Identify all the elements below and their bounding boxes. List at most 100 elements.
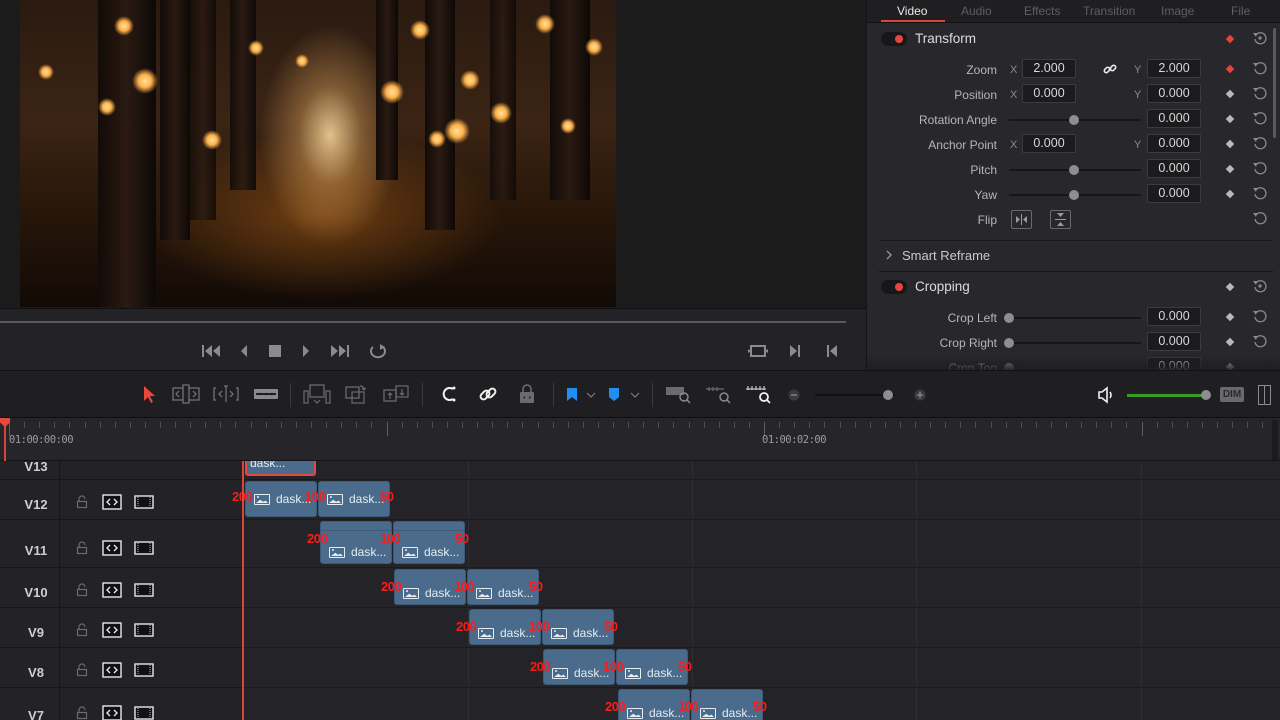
- audio-meter-toggle[interactable]: [1258, 385, 1271, 405]
- speaker-icon[interactable]: [1097, 386, 1117, 404]
- crop-left-slider-track[interactable]: [1009, 317, 1141, 319]
- flag-button[interactable]: [562, 383, 588, 405]
- position-lock-button[interactable]: [514, 383, 540, 405]
- keyframe-icon[interactable]: [1225, 139, 1235, 149]
- tab-transition[interactable]: Transition: [1083, 4, 1135, 18]
- auto-select-track-icon[interactable]: [102, 622, 122, 638]
- replace-clip-button[interactable]: [382, 383, 409, 405]
- snapping-button[interactable]: [436, 383, 462, 405]
- pitch-slider-knob[interactable]: [1069, 165, 1079, 175]
- keyframe-icon[interactable]: [1225, 114, 1235, 124]
- track-lane-v8[interactable]: [244, 648, 1280, 688]
- tab-image[interactable]: Image: [1161, 4, 1194, 18]
- timeline-ruler[interactable]: 01:00:00:00 01:00:02:00: [0, 417, 1280, 461]
- reset-icon[interactable]: [1253, 211, 1267, 225]
- linked-selection-button[interactable]: [475, 383, 501, 405]
- auto-select-track-icon[interactable]: [102, 705, 122, 720]
- timeline-zoom-slider-knob[interactable]: [883, 390, 893, 400]
- selection-mode-button[interactable]: [136, 383, 162, 405]
- lock-track-icon[interactable]: [75, 495, 89, 509]
- zoom-x-field[interactable]: 2.000: [1022, 59, 1076, 78]
- track-lane-v12[interactable]: [244, 480, 1280, 520]
- yaw-field[interactable]: 0.000: [1147, 184, 1201, 203]
- lock-track-icon[interactable]: [75, 706, 89, 720]
- playhead-line[interactable]: [242, 461, 244, 720]
- step-back-button[interactable]: [233, 340, 255, 362]
- lock-track-icon[interactable]: [75, 663, 89, 677]
- keyframe-icon[interactable]: [1225, 89, 1235, 99]
- reset-icon[interactable]: [1253, 334, 1267, 348]
- anchor-x-field[interactable]: 0.000: [1022, 134, 1076, 153]
- tab-effects[interactable]: Effects: [1024, 4, 1060, 18]
- reset-icon[interactable]: [1253, 136, 1267, 150]
- keyframe-icon[interactable]: [1225, 189, 1235, 199]
- prev-edit-button[interactable]: [821, 340, 843, 362]
- track-lane-v13[interactable]: [244, 461, 1280, 480]
- smart-reframe-header[interactable]: Smart Reframe: [867, 243, 1267, 269]
- crop-left-field[interactable]: 0.000: [1147, 307, 1201, 326]
- track-lane-v9[interactable]: [244, 608, 1280, 648]
- pitch-field[interactable]: 0.000: [1147, 159, 1201, 178]
- reset-icon[interactable]: [1253, 309, 1267, 323]
- reset-icon[interactable]: [1253, 86, 1267, 100]
- track-header-v7[interactable]: V7: [0, 688, 243, 720]
- reset-icon[interactable]: [1253, 186, 1267, 200]
- crop-left-slider-knob[interactable]: [1004, 313, 1014, 323]
- crop-right-slider-track[interactable]: [1009, 342, 1141, 344]
- volume-slider-knob[interactable]: [1201, 390, 1211, 400]
- timeline-clip-selected[interactable]: dask...: [245, 461, 316, 476]
- keyframe-icon[interactable]: [1225, 337, 1235, 347]
- crop-right-field[interactable]: 0.000: [1147, 332, 1201, 351]
- track-header-v13[interactable]: V13: [0, 461, 243, 480]
- position-y-field[interactable]: 0.000: [1147, 84, 1201, 103]
- yaw-slider-knob[interactable]: [1069, 190, 1079, 200]
- track-header-v11[interactable]: V11: [0, 520, 243, 568]
- scrubber-bar[interactable]: [0, 321, 846, 323]
- rotation-angle-field[interactable]: 0.000: [1147, 109, 1201, 128]
- dynamic-trim-mode-button[interactable]: [212, 383, 239, 405]
- lock-track-icon[interactable]: [75, 623, 89, 637]
- preview-image[interactable]: [20, 0, 616, 307]
- auto-select-track-icon[interactable]: [102, 494, 122, 510]
- skip-to-start-button[interactable]: [200, 340, 222, 362]
- dim-button[interactable]: DIM: [1220, 387, 1244, 402]
- reset-icon[interactable]: [1253, 111, 1267, 125]
- stop-button[interactable]: [264, 340, 286, 362]
- volume-slider-track[interactable]: [1127, 394, 1207, 397]
- skip-to-end-button[interactable]: [329, 340, 351, 362]
- tab-video[interactable]: Video: [897, 4, 927, 18]
- trim-edit-mode-button[interactable]: [172, 383, 200, 405]
- keyframe-icon[interactable]: [1225, 34, 1235, 44]
- zoom-y-field[interactable]: 2.000: [1147, 59, 1201, 78]
- track-header-v12[interactable]: V12: [0, 480, 243, 520]
- disable-video-track-icon[interactable]: [134, 494, 154, 510]
- detail-zoom-button[interactable]: [704, 383, 732, 405]
- anchor-y-field[interactable]: 0.000: [1147, 134, 1201, 153]
- cropping-enable-toggle[interactable]: [881, 280, 907, 294]
- disable-video-track-icon[interactable]: [134, 582, 154, 598]
- link-icon[interactable]: [1103, 62, 1117, 76]
- flip-horizontal-button[interactable]: [1011, 210, 1032, 229]
- crop-right-slider-knob[interactable]: [1004, 338, 1014, 348]
- play-button[interactable]: [295, 340, 317, 362]
- tab-audio[interactable]: Audio: [961, 4, 992, 18]
- keyframe-icon[interactable]: [1225, 64, 1235, 74]
- reset-icon[interactable]: [1253, 161, 1267, 175]
- tab-file[interactable]: File: [1231, 4, 1250, 18]
- disable-video-track-icon[interactable]: [134, 662, 154, 678]
- keyframe-icon[interactable]: [1225, 164, 1235, 174]
- keyframe-icon[interactable]: [1225, 282, 1235, 292]
- keyframe-icon[interactable]: [1225, 312, 1235, 322]
- marker-button[interactable]: [604, 383, 630, 405]
- insert-clip-button[interactable]: [302, 383, 331, 405]
- track-header-v8[interactable]: V8: [0, 648, 243, 688]
- disable-video-track-icon[interactable]: [134, 622, 154, 638]
- blade-edit-mode-button[interactable]: [252, 383, 278, 405]
- transform-enable-toggle[interactable]: [881, 32, 907, 46]
- inspector-scrollbar[interactable]: [1273, 28, 1276, 138]
- position-x-field[interactable]: 0.000: [1022, 84, 1076, 103]
- zoom-in-icon[interactable]: [914, 389, 926, 401]
- disable-video-track-icon[interactable]: [134, 705, 154, 720]
- lock-track-icon[interactable]: [75, 583, 89, 597]
- track-header-v9[interactable]: V9: [0, 608, 243, 648]
